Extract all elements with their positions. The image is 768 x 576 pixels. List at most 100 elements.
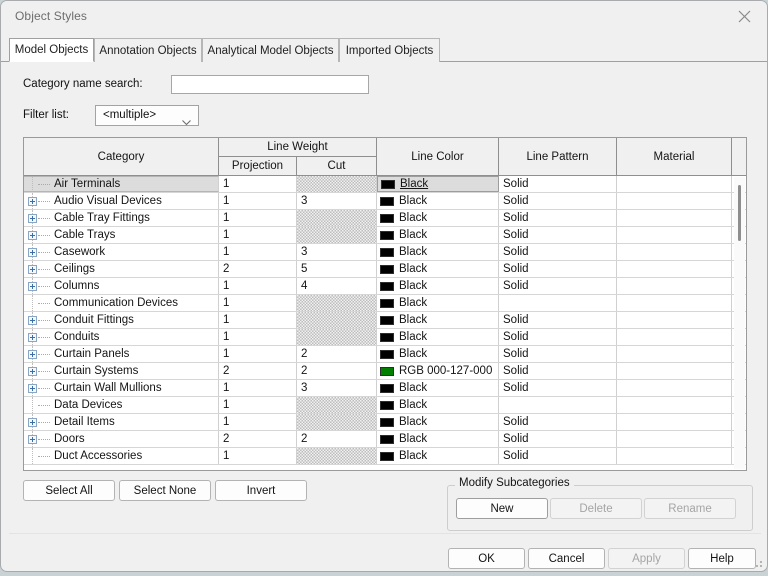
plus-icon[interactable] <box>28 197 37 206</box>
cell-material[interactable] <box>617 448 732 464</box>
table-row[interactable]: Ceilings 2 5 Black Solid <box>24 261 746 278</box>
cell-projection[interactable]: 1 <box>219 329 297 345</box>
cell-projection[interactable]: 1 <box>219 176 297 192</box>
table-row[interactable]: Curtain Systems 2 2 RGB 000-127-000 Solid <box>24 363 746 380</box>
cell-material[interactable] <box>617 261 732 277</box>
cell-category[interactable]: Cable Trays <box>24 227 219 243</box>
ok-button[interactable]: OK <box>448 548 525 569</box>
column-header-line-color[interactable]: Line Color <box>377 138 499 175</box>
expand-toggle[interactable] <box>24 244 52 260</box>
table-row[interactable]: Cable Tray Fittings 1 Black Solid <box>24 210 746 227</box>
plus-icon[interactable] <box>28 435 37 444</box>
expand-toggle[interactable] <box>24 414 52 430</box>
tab-imported-objects[interactable]: Imported Objects <box>339 38 440 62</box>
cell-category[interactable]: Conduit Fittings <box>24 312 219 328</box>
cell-cut[interactable]: 2 <box>297 431 377 447</box>
cell-line-color[interactable]: Black <box>377 414 499 430</box>
column-header-material[interactable]: Material <box>617 138 732 175</box>
column-header-projection[interactable]: Projection <box>219 157 297 175</box>
cell-projection[interactable]: 2 <box>219 363 297 379</box>
plus-icon[interactable] <box>28 418 37 427</box>
tab-model-objects[interactable]: Model Objects <box>9 38 94 62</box>
cell-line-pattern[interactable]: Solid <box>499 227 617 243</box>
cell-material[interactable] <box>617 431 732 447</box>
tab-annotation-objects[interactable]: Annotation Objects <box>94 38 202 62</box>
expand-toggle[interactable] <box>24 329 52 345</box>
cell-projection[interactable]: 1 <box>219 193 297 209</box>
cell-category[interactable]: Data Devices <box>24 397 219 413</box>
cell-category[interactable]: Audio Visual Devices <box>24 193 219 209</box>
cell-line-color[interactable]: Black <box>377 380 499 396</box>
cell-projection[interactable]: 1 <box>219 380 297 396</box>
cell-projection[interactable]: 1 <box>219 227 297 243</box>
cell-material[interactable] <box>617 278 732 294</box>
cell-material[interactable] <box>617 244 732 260</box>
plus-icon[interactable] <box>28 214 37 223</box>
expand-toggle[interactable] <box>24 380 52 396</box>
table-row[interactable]: Conduit Fittings 1 Black Solid <box>24 312 746 329</box>
cell-material[interactable] <box>617 363 732 379</box>
column-header-line-pattern[interactable]: Line Pattern <box>499 138 617 175</box>
cell-line-color[interactable]: Black <box>377 346 499 362</box>
help-button[interactable]: Help <box>688 548 756 569</box>
cell-material[interactable] <box>617 227 732 243</box>
table-body[interactable]: Air Terminals 1 Black Solid Audio Visual Dev… <box>24 176 746 470</box>
cell-line-pattern[interactable]: Solid <box>499 278 617 294</box>
table-vertical-scrollbar[interactable] <box>734 177 745 469</box>
cell-category[interactable]: Casework <box>24 244 219 260</box>
cell-line-pattern[interactable]: Solid <box>499 261 617 277</box>
scrollbar-thumb[interactable] <box>738 185 741 241</box>
table-row[interactable]: Duct Accessories 1 Black Solid <box>24 448 746 465</box>
cell-projection[interactable]: 1 <box>219 244 297 260</box>
expand-toggle[interactable] <box>24 210 52 226</box>
cell-projection[interactable]: 1 <box>219 295 297 311</box>
cell-projection[interactable]: 1 <box>219 448 297 464</box>
table-row[interactable]: Curtain Wall Mullions 1 3 Black Solid <box>24 380 746 397</box>
plus-icon[interactable] <box>28 367 37 376</box>
cell-line-color[interactable]: Black <box>377 193 499 209</box>
cell-line-color[interactable]: RGB 000-127-000 <box>377 363 499 379</box>
cell-projection[interactable]: 1 <box>219 346 297 362</box>
cell-line-color[interactable]: Black <box>377 312 499 328</box>
cell-category[interactable]: Communication Devices <box>24 295 219 311</box>
plus-icon[interactable] <box>28 248 37 257</box>
cell-line-color[interactable]: Black <box>377 176 499 192</box>
cancel-button[interactable]: Cancel <box>528 548 605 569</box>
tab-analytical-model-objects[interactable]: Analytical Model Objects <box>202 38 339 62</box>
table-row[interactable]: Cable Trays 1 Black Solid <box>24 227 746 244</box>
cell-line-pattern[interactable]: Solid <box>499 380 617 396</box>
cell-cut[interactable]: 2 <box>297 363 377 379</box>
cell-category[interactable]: Air Terminals <box>24 176 219 192</box>
expand-toggle[interactable] <box>24 261 52 277</box>
cell-line-color[interactable]: Black <box>377 431 499 447</box>
expand-toggle[interactable] <box>24 431 52 447</box>
cell-cut[interactable]: 5 <box>297 261 377 277</box>
cell-line-pattern[interactable]: Solid <box>499 312 617 328</box>
cell-material[interactable] <box>617 414 732 430</box>
cell-cut[interactable]: 3 <box>297 193 377 209</box>
cell-category[interactable]: Doors <box>24 431 219 447</box>
cell-line-color[interactable]: Black <box>377 210 499 226</box>
cell-category[interactable]: Curtain Systems <box>24 363 219 379</box>
cell-line-color[interactable]: Black <box>377 329 499 345</box>
table-row[interactable]: Audio Visual Devices 1 3 Black Solid <box>24 193 746 210</box>
cell-category[interactable]: Conduits <box>24 329 219 345</box>
cell-line-color[interactable]: Black <box>377 295 499 311</box>
cell-line-pattern[interactable]: Solid <box>499 431 617 447</box>
table-row[interactable]: Air Terminals 1 Black Solid <box>24 176 746 193</box>
close-icon[interactable] <box>721 1 767 31</box>
cell-line-pattern[interactable]: Solid <box>499 244 617 260</box>
cell-projection[interactable]: 1 <box>219 414 297 430</box>
cell-material[interactable] <box>617 193 732 209</box>
table-row[interactable]: Conduits 1 Black Solid <box>24 329 746 346</box>
category-name-search-input[interactable] <box>171 75 369 94</box>
expand-toggle[interactable] <box>24 346 52 362</box>
table-row[interactable]: Columns 1 4 Black Solid <box>24 278 746 295</box>
invert-button[interactable]: Invert <box>215 480 307 501</box>
cell-category[interactable]: Duct Accessories <box>24 448 219 464</box>
column-header-category[interactable]: Category <box>24 138 219 175</box>
cell-material[interactable] <box>617 210 732 226</box>
cell-category[interactable]: Curtain Panels <box>24 346 219 362</box>
cell-projection[interactable]: 1 <box>219 312 297 328</box>
cell-line-color[interactable]: Black <box>377 397 499 413</box>
